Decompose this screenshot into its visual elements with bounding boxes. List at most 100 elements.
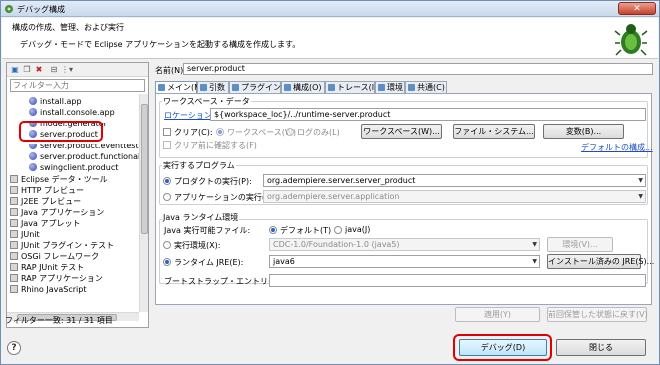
filter-input[interactable] (10, 79, 145, 92)
window-title: デバッグ構成 (17, 5, 65, 14)
tree-item[interactable]: install.console.app (29, 107, 115, 118)
tree-item[interactable]: HTTP プレビュー (10, 185, 84, 196)
configuration-icon (284, 84, 291, 91)
config-type-icon (10, 285, 18, 293)
config-type-icon (10, 274, 18, 282)
close-button[interactable]: 閉じる (556, 339, 646, 356)
common-icon (408, 84, 415, 91)
tree-item[interactable]: swingclient.product (29, 162, 118, 173)
tree-item[interactable]: OSGi フレームワーク (10, 251, 99, 262)
tree-item[interactable]: RAP JUnit テスト (10, 262, 84, 273)
location-field[interactable]: ${workspace_loc}/../runtime-server.produ… (210, 108, 646, 121)
selection-highlight (19, 121, 103, 142)
config-type-icon (10, 197, 18, 205)
apply-button[interactable]: 適用(Y) (455, 307, 540, 322)
tree-item[interactable]: Java アプリケーション (10, 207, 104, 218)
config-type-icon (10, 186, 18, 194)
workspace-data-heading: ワークスペース・データ (162, 96, 251, 107)
launch-config-icon (29, 152, 37, 160)
tree-item[interactable]: JUnit プラグイン・テスト (10, 240, 114, 251)
exec-env-select[interactable]: CDC-1.0/Foundation-1.0 (java5) ▼ (269, 238, 540, 251)
chevron-down-icon: ▼ (638, 193, 643, 200)
config-type-icon (10, 175, 18, 183)
java-j-label: java(J) (345, 225, 371, 234)
vertical-scrollbar[interactable] (139, 94, 148, 312)
installed-jres-button[interactable]: インストール済みの JRE(S)... (547, 254, 654, 269)
name-label: 名前(N): (155, 66, 186, 75)
collapse-all-icon[interactable]: ⊟ (49, 65, 59, 75)
launch-config-icon (29, 163, 37, 171)
delete-icon[interactable]: ✖ (34, 65, 44, 75)
run-product-label: プロダクトの実行(P): (174, 177, 252, 186)
clear-checkbox[interactable] (163, 128, 171, 136)
tree-item[interactable]: J2EE プレビュー (10, 196, 81, 207)
tab-configuration[interactable]: 構成(O) (281, 81, 325, 93)
application-select[interactable]: org.adempiere.server.application ▼ (263, 190, 646, 203)
tree-item[interactable]: Rhino JavaScript (10, 284, 86, 295)
default-java-radio[interactable] (269, 226, 277, 234)
location-link[interactable]: ロケーション: (164, 110, 215, 121)
tree-item[interactable]: JUnit (10, 229, 40, 240)
tab-arguments[interactable]: 引数 (197, 81, 229, 93)
config-list-pane: ▣ ❐ ✖ ⊟ ⋮▾ install.app install.console.a… (6, 62, 149, 328)
program-heading: 実行するプログラム (162, 160, 236, 171)
plugin-icon (232, 84, 239, 91)
workspace-button[interactable]: ワークスペース(W)... (361, 124, 442, 139)
tab-environment[interactable]: 環境 (375, 81, 405, 93)
tree-item[interactable]: Java アプレット (10, 218, 80, 229)
exec-env-radio[interactable] (163, 241, 171, 249)
java-executable-label: Java 実行可能ファイル: (164, 226, 251, 235)
run-application-label: アプリケーションの実行(A): (174, 193, 277, 202)
title-bar: デバッグ構成 ✕ (1, 1, 659, 17)
filter-icon[interactable]: ⋮▾ (61, 65, 73, 75)
help-icon[interactable]: ? (7, 341, 21, 355)
confirm-clear-checkbox[interactable] (163, 141, 171, 149)
config-type-icon (10, 252, 18, 260)
tree-item[interactable]: install.app (29, 96, 82, 107)
duplicate-icon[interactable]: ❐ (22, 65, 32, 75)
tree-item[interactable]: RAP アプリケーション (10, 273, 103, 284)
debug-button-highlight (453, 334, 552, 361)
launch-config-icon (29, 97, 37, 105)
close-icon[interactable]: ✕ (618, 2, 656, 15)
run-application-radio[interactable] (163, 193, 171, 201)
config-toolbar: ▣ ❐ ✖ ⊟ ⋮▾ (7, 63, 148, 77)
tab-tracing[interactable]: トレース(I) (325, 81, 377, 93)
launch-config-icon (29, 144, 37, 149)
runtime-heading: Java ランタイム環境 (162, 212, 240, 223)
config-type-icon (10, 208, 18, 216)
chevron-down-icon: ▼ (638, 177, 643, 184)
tab-plugins[interactable]: プラグイン (229, 81, 281, 93)
environment-icon (378, 84, 385, 91)
tree-item[interactable]: server.product.functionaltest (29, 151, 148, 162)
config-type-icon (10, 219, 18, 227)
clear-label: クリア(C): (174, 128, 213, 137)
product-select[interactable]: org.adempiere.server.server_product ▼ (263, 174, 646, 187)
filesystem-button[interactable]: ファイル・システム... (453, 124, 535, 139)
scrollbar-thumb[interactable] (141, 104, 148, 234)
run-product-radio[interactable] (163, 177, 171, 185)
debug-bug-icon (614, 24, 648, 56)
chevron-down-icon: ▼ (532, 258, 537, 265)
runtime-jre-radio[interactable] (163, 258, 171, 266)
clear-log-radio[interactable] (286, 128, 294, 136)
variables-button[interactable]: 変数(B)... (543, 124, 624, 139)
tab-common[interactable]: 共通(C) (405, 81, 447, 93)
jre-select[interactable]: java6 ▼ (269, 255, 540, 268)
revert-button[interactable]: 前回保管した状態に戻す(V) (547, 307, 648, 322)
exec-env-label: 実行環境(X): (174, 241, 221, 250)
bootstrap-field[interactable] (269, 274, 646, 287)
config-type-icon (10, 241, 18, 249)
default-config-link[interactable]: デフォルトの構成... (581, 142, 653, 153)
main-tab-icon (158, 84, 165, 91)
config-editor: 名前(N): server.product メイン(M) 引数 プラグイン 構成… (152, 62, 655, 328)
clear-workspace-radio[interactable] (216, 128, 224, 136)
java-j-radio[interactable] (334, 226, 342, 234)
environments-button[interactable]: 環境(V)... (547, 237, 613, 252)
config-type-icon (10, 230, 18, 238)
debug-icon (5, 5, 13, 13)
tracing-icon (328, 84, 335, 91)
name-field[interactable]: server.product (183, 63, 653, 75)
tree-item[interactable]: Eclipse データ・ツール (10, 174, 108, 185)
new-config-icon[interactable]: ▣ (10, 65, 20, 75)
